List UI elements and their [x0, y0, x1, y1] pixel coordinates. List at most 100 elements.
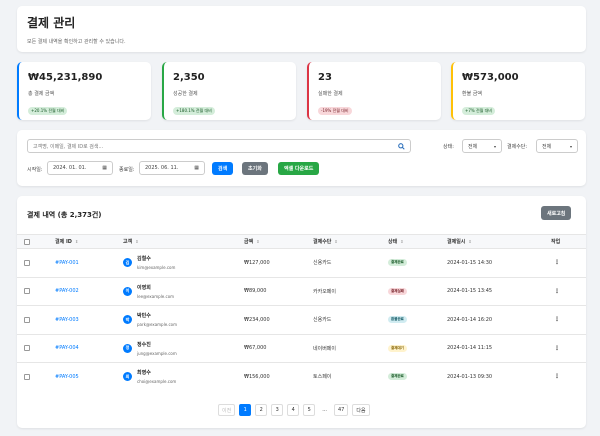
- datetime-cell: 2024-01-15 13:45: [447, 288, 493, 295]
- payment-id-link[interactable]: #PAY-004: [55, 335, 79, 363]
- customer-email: lee@example.com: [137, 293, 175, 299]
- customer-email: jung@example.com: [137, 350, 177, 356]
- stat-card-success: 2,350 성공한 결제 +180.1% 전월 대비: [162, 62, 296, 120]
- page-subtitle: 모든 결제 내역을 확인하고 관리할 수 있습니다.: [27, 39, 126, 45]
- payment-id-link[interactable]: #PAY-002: [55, 278, 79, 306]
- calendar-icon[interactable]: ▦: [194, 165, 199, 171]
- column-header-datetime[interactable]: 결제일시 ⇕: [447, 235, 472, 248]
- customer-cell: 최 최영수 choi@example.com: [123, 363, 176, 391]
- table-row: #PAY-002 이 이영희 lee@example.com ₩89,000 카카오페이 결…: [17, 276, 586, 306]
- page-header: 결제 관리 모든 결제 내역을 확인하고 관리할 수 있습니다.: [17, 6, 586, 52]
- page-2-button[interactable]: 2: [255, 404, 268, 416]
- customer-cell: 정 정수진 jung@example.com: [123, 335, 177, 363]
- stat-card-failed: 23 실패한 결제 -19% 전월 대비: [307, 62, 441, 120]
- start-date-value: 2024. 01. 01.: [53, 165, 87, 171]
- stat-trend-badge: -19% 전월 대비: [318, 107, 352, 115]
- excel-download-button[interactable]: 엑셀 다운로드: [278, 162, 320, 175]
- column-header-id[interactable]: 결제 ID ⇕: [55, 235, 78, 248]
- end-date-label: 종료일:: [119, 167, 135, 173]
- refresh-button[interactable]: 새로고침: [541, 206, 572, 220]
- status-select[interactable]: 전체 ▾: [462, 139, 502, 153]
- datetime-cell: 2024-01-15 14:30: [447, 259, 493, 266]
- search-button[interactable]: 검색: [212, 162, 234, 175]
- avatar: 최: [123, 372, 132, 382]
- amount-cell: ₩156,000: [244, 373, 270, 380]
- calendar-icon[interactable]: ▦: [102, 165, 107, 171]
- status-badge: 결제대기: [388, 344, 407, 352]
- row-checkbox[interactable]: [24, 373, 30, 380]
- table-row: #PAY-005 최 최영수 choi@example.com ₩156,000 토스페이…: [17, 362, 586, 391]
- next-page-button[interactable]: 다음: [352, 404, 370, 416]
- method-cell: 카카오페이: [313, 288, 337, 295]
- end-date-input[interactable]: 2025. 06. 11. ▦: [139, 161, 205, 175]
- select-all-checkbox[interactable]: [24, 238, 30, 245]
- more-actions-icon[interactable]: ⋮: [554, 278, 560, 306]
- search-icon[interactable]: [398, 142, 405, 150]
- payments-table-card: 결제 내역 (총 2,373건) 새로고침 결제 ID ⇕ 고객 ⇕ 금액 ⇕ 결제수…: [17, 196, 586, 428]
- search-input[interactable]: 고객명, 이메일, 결제 ID로 검색...: [27, 139, 411, 153]
- status-badge: 결제완료: [388, 259, 407, 267]
- page-4-button[interactable]: 4: [287, 404, 300, 416]
- datetime-cell: 2024-01-14 16:20: [447, 316, 493, 323]
- payment-id-link[interactable]: #PAY-005: [55, 363, 79, 391]
- customer-cell: 이 이영희 lee@example.com: [123, 278, 174, 306]
- chevron-down-icon: ▾: [493, 143, 496, 149]
- status-badge: 결제실패: [388, 287, 407, 295]
- stat-label: 실패한 결제: [318, 91, 343, 97]
- status-filter-label: 상태:: [443, 144, 454, 150]
- status-badge: 결제완료: [388, 373, 407, 381]
- stat-value: 2,350: [173, 72, 205, 83]
- more-actions-icon[interactable]: ⋮: [554, 363, 560, 391]
- avatar: 김: [123, 258, 132, 268]
- more-actions-icon[interactable]: ⋮: [554, 335, 560, 363]
- reset-button[interactable]: 초기화: [242, 162, 268, 175]
- row-checkbox[interactable]: [24, 288, 30, 295]
- pagination-ellipsis: ...: [322, 407, 327, 413]
- status-select-value: 전체: [468, 143, 478, 150]
- page-5-button[interactable]: 5: [303, 404, 316, 416]
- customer-email: park@example.com: [137, 322, 177, 328]
- customer-name: 정수진: [137, 341, 151, 348]
- method-select-value: 전체: [542, 143, 552, 150]
- customer-name: 이영희: [137, 284, 151, 291]
- column-header-customer[interactable]: 고객 ⇕: [123, 235, 139, 248]
- stat-card-refund: ₩573,000 환불 금액 +7% 전월 대비: [451, 62, 585, 120]
- avatar: 이: [123, 286, 132, 296]
- stat-card-total-amount: ₩45,231,890 총 결제 금액 +20.1% 전월 대비: [17, 62, 151, 120]
- more-actions-icon[interactable]: ⋮: [554, 249, 560, 277]
- sort-icon: ⇕: [468, 239, 472, 244]
- more-actions-icon[interactable]: ⋮: [554, 306, 560, 334]
- column-header-amount[interactable]: 금액 ⇕: [244, 235, 260, 248]
- stat-value: ₩573,000: [462, 72, 519, 83]
- column-header-method[interactable]: 결제수단 ⇕: [313, 235, 338, 248]
- prev-page-button[interactable]: 이전: [218, 404, 236, 416]
- page-last-button[interactable]: 47: [333, 404, 349, 416]
- amount-cell: ₩234,000: [244, 316, 270, 323]
- amount-cell: ₩67,000: [244, 345, 267, 352]
- payment-id-link[interactable]: #PAY-003: [55, 306, 79, 334]
- table-row: #PAY-004 정 정수진 jung@example.com ₩67,000 네이버페이…: [17, 333, 586, 363]
- stat-label: 성공한 결제: [173, 91, 198, 97]
- column-header-status[interactable]: 상태 ⇕: [388, 235, 404, 248]
- row-checkbox[interactable]: [24, 259, 30, 266]
- row-checkbox[interactable]: [24, 316, 30, 323]
- stat-label: 환불 금액: [462, 91, 482, 97]
- sort-icon: ⇕: [135, 239, 139, 244]
- row-checkbox[interactable]: [24, 345, 30, 352]
- stat-value: ₩45,231,890: [28, 72, 103, 83]
- chevron-down-icon: ▾: [569, 143, 572, 149]
- search-placeholder: 고객명, 이메일, 결제 ID로 검색...: [33, 143, 104, 150]
- sort-icon: ⇕: [256, 239, 260, 244]
- sort-icon: ⇕: [400, 239, 404, 244]
- method-select[interactable]: 전체 ▾: [536, 139, 578, 153]
- table-row: #PAY-001 김 김철수 kim@example.com ₩127,000 신용카드 결…: [17, 248, 586, 277]
- table-title: 결제 내역 (총 2,373건): [27, 211, 102, 219]
- page-3-button[interactable]: 3: [271, 404, 284, 416]
- customer-email: choi@example.com: [137, 379, 177, 385]
- customer-cell: 박 박민수 park@example.com: [123, 306, 177, 334]
- start-date-input[interactable]: 2024. 01. 01. ▦: [47, 161, 113, 175]
- payment-id-link[interactable]: #PAY-001: [55, 249, 79, 277]
- datetime-cell: 2024-01-14 11:15: [447, 345, 493, 352]
- customer-email: kim@example.com: [137, 265, 176, 271]
- page-1-button[interactable]: 1: [239, 404, 252, 416]
